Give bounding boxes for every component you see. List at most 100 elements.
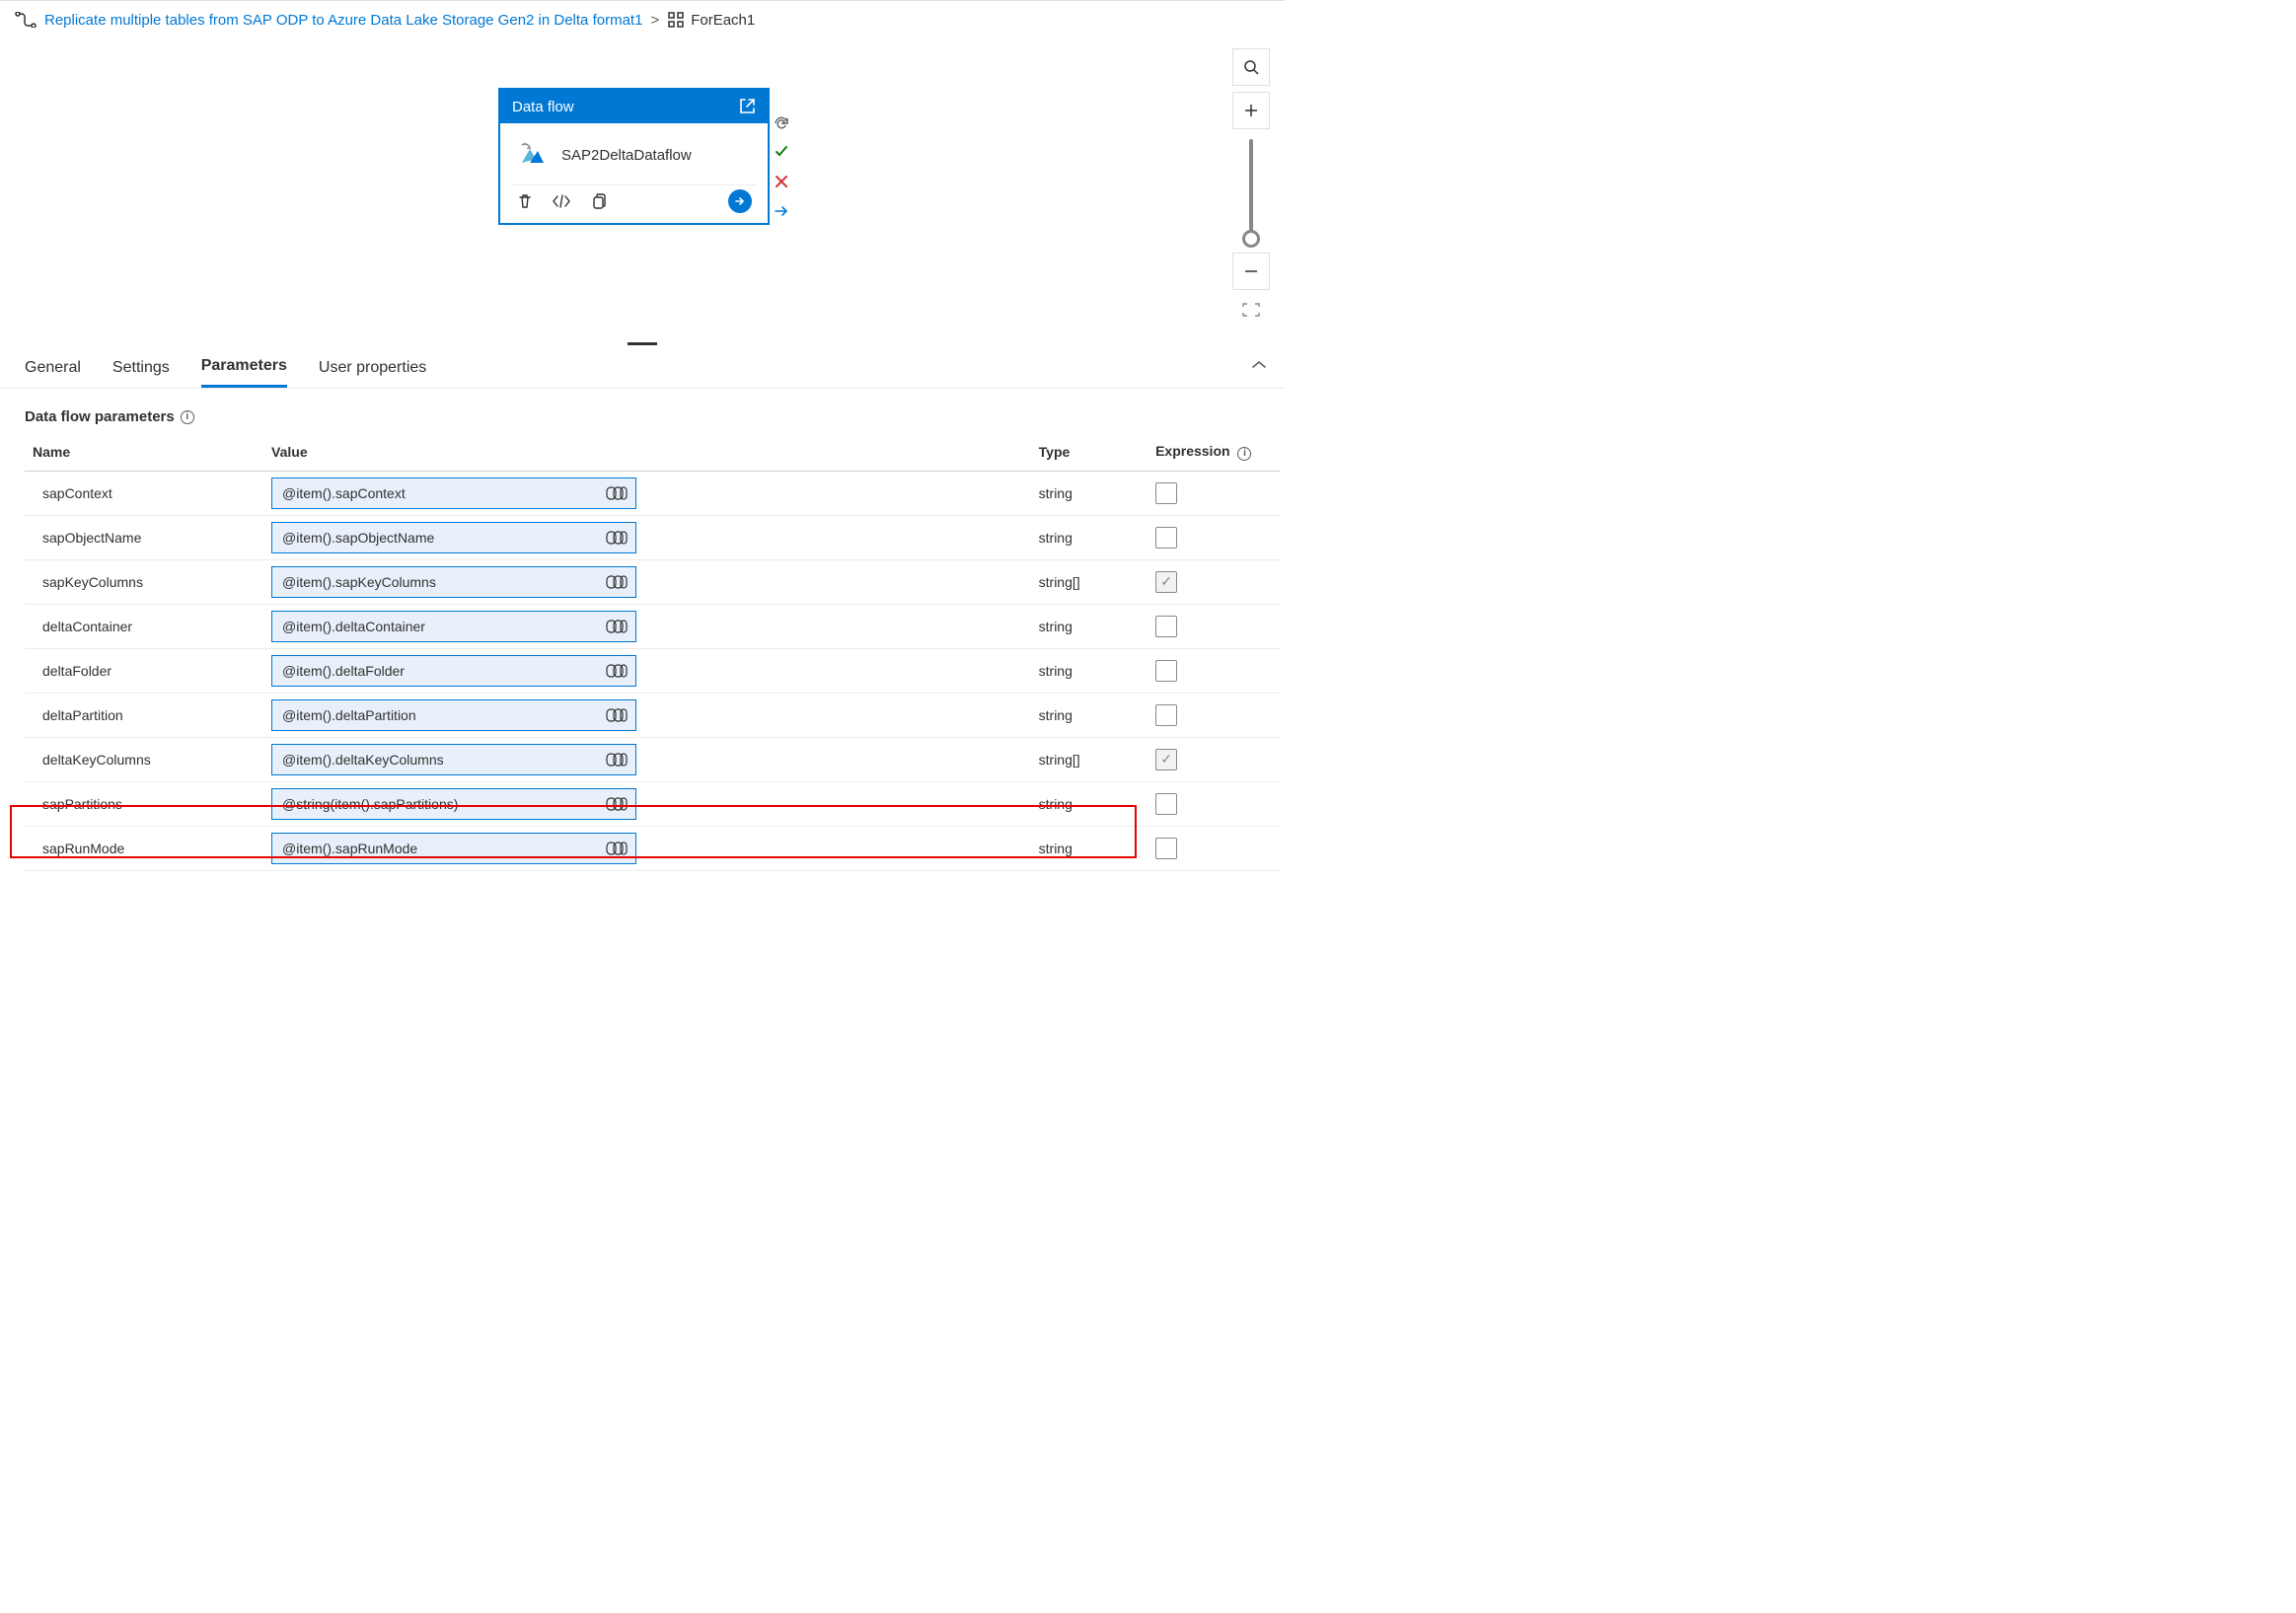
tab-user-properties[interactable]: User properties [319, 349, 426, 387]
pipeline-expression-icon[interactable] [606, 842, 628, 855]
activity-type-label: Data flow [512, 99, 574, 115]
param-value-cell: @item().deltaFolder [263, 648, 1031, 693]
delete-icon[interactable] [516, 192, 534, 210]
param-type: string[] [1031, 737, 1148, 781]
param-value-text: @string(item().sapPartitions) [282, 796, 458, 812]
activity-status-icons [773, 113, 790, 220]
param-type: string [1031, 826, 1148, 870]
fit-to-screen-icon[interactable] [1241, 302, 1261, 318]
copy-icon[interactable] [589, 192, 607, 210]
info-icon[interactable]: i [1237, 447, 1251, 461]
expression-checkbox [1155, 571, 1177, 593]
expression-checkbox[interactable] [1155, 660, 1177, 682]
param-value-input[interactable]: @item().sapRunMode [271, 833, 636, 864]
zoom-in-button[interactable] [1232, 92, 1270, 129]
param-value-text: @item().deltaContainer [282, 619, 425, 634]
param-value-input[interactable]: @item().deltaFolder [271, 655, 636, 687]
search-button[interactable] [1232, 48, 1270, 86]
tab-general[interactable]: General [25, 349, 81, 387]
section-heading: Data flow parameters i [0, 389, 1285, 433]
param-value-cell: @item().sapKeyColumns [263, 559, 1031, 604]
param-value-text: @item().sapContext [282, 485, 406, 501]
param-name: deltaContainer [25, 604, 263, 648]
pipeline-expression-icon[interactable] [606, 797, 628, 811]
param-value-text: @item().deltaFolder [282, 663, 405, 679]
tab-parameters[interactable]: Parameters [201, 347, 287, 388]
param-value-cell: @item().sapRunMode [263, 826, 1031, 870]
param-value-text: @item().deltaKeyColumns [282, 752, 444, 768]
param-value-input[interactable]: @item().deltaContainer [271, 611, 636, 642]
expression-checkbox [1155, 749, 1177, 770]
error-x-icon[interactable] [773, 173, 790, 190]
tab-settings[interactable]: Settings [112, 349, 170, 387]
info-icon[interactable]: i [181, 410, 194, 424]
expression-checkbox[interactable] [1155, 704, 1177, 726]
param-value-text: @item().sapKeyColumns [282, 574, 436, 590]
param-type: string [1031, 515, 1148, 559]
param-expression-cell [1148, 693, 1280, 737]
param-value-cell: @string(item().sapPartitions) [263, 781, 1031, 826]
table-row: sapContext@item().sapContextstring [25, 471, 1280, 515]
run-button[interactable] [728, 189, 752, 213]
expression-checkbox[interactable] [1155, 838, 1177, 859]
dataflow-icon [516, 139, 548, 171]
panel-resize-handle[interactable] [0, 339, 1285, 347]
param-value-input[interactable]: @string(item().sapPartitions) [271, 788, 636, 820]
expression-checkbox[interactable] [1155, 482, 1177, 504]
pipeline-expression-icon[interactable] [606, 620, 628, 633]
col-header-type: Type [1031, 433, 1148, 471]
param-type: string [1031, 781, 1148, 826]
param-value-input[interactable]: @item().sapContext [271, 477, 636, 509]
zoom-rail [1232, 48, 1270, 318]
pipeline-icon [15, 12, 37, 28]
expression-checkbox[interactable] [1155, 616, 1177, 637]
param-value-input[interactable]: @item().sapKeyColumns [271, 566, 636, 598]
skip-arrow-icon[interactable] [773, 202, 790, 220]
table-row: deltaContainer@item().deltaContainerstri… [25, 604, 1280, 648]
param-name: deltaFolder [25, 648, 263, 693]
pipeline-canvas[interactable]: Data flow SAP2DeltaDataflow [0, 38, 1285, 339]
breadcrumb-parent-link[interactable]: Replicate multiple tables from SAP ODP t… [44, 12, 642, 29]
expression-checkbox[interactable] [1155, 527, 1177, 549]
table-row: deltaKeyColumns@item().deltaKeyColumnsst… [25, 737, 1280, 781]
param-expression-cell [1148, 737, 1280, 781]
zoom-out-button[interactable] [1232, 253, 1270, 290]
section-heading-label: Data flow parameters [25, 408, 175, 425]
param-expression-cell [1148, 604, 1280, 648]
param-expression-cell [1148, 648, 1280, 693]
code-icon[interactable] [552, 192, 571, 210]
table-row: sapKeyColumns@item().sapKeyColumnsstring… [25, 559, 1280, 604]
collapse-panel-icon[interactable] [1251, 359, 1267, 371]
param-value-text: @item().sapObjectName [282, 530, 434, 546]
param-name: sapContext [25, 471, 263, 515]
param-value-cell: @item().sapObjectName [263, 515, 1031, 559]
foreach-icon [667, 11, 685, 29]
param-type: string [1031, 693, 1148, 737]
success-check-icon[interactable] [773, 143, 790, 161]
param-value-cell: @item().deltaKeyColumns [263, 737, 1031, 781]
param-name: sapRunMode [25, 826, 263, 870]
open-external-icon[interactable] [738, 98, 756, 115]
param-value-input[interactable]: @item().deltaPartition [271, 699, 636, 731]
pipeline-expression-icon[interactable] [606, 486, 628, 500]
pipeline-expression-icon[interactable] [606, 753, 628, 767]
param-value-input[interactable]: @item().deltaKeyColumns [271, 744, 636, 775]
parameters-table: Name Value Type Expression i sapContext@… [25, 433, 1280, 871]
pipeline-expression-icon[interactable] [606, 664, 628, 678]
table-row: deltaPartition@item().deltaPartitionstri… [25, 693, 1280, 737]
pipeline-expression-icon[interactable] [606, 531, 628, 545]
param-expression-cell [1148, 826, 1280, 870]
activity-card-body: SAP2DeltaDataflow [500, 123, 768, 223]
breadcrumb-current-label: ForEach1 [691, 12, 755, 29]
zoom-slider-handle[interactable] [1242, 230, 1260, 248]
param-name: sapKeyColumns [25, 559, 263, 604]
table-row: sapPartitions@string(item().sapPartition… [25, 781, 1280, 826]
pipeline-expression-icon[interactable] [606, 575, 628, 589]
dataflow-activity-card[interactable]: Data flow SAP2DeltaDataflow [498, 88, 770, 225]
breadcrumb: Replicate multiple tables from SAP ODP t… [0, 0, 1285, 38]
pipeline-expression-icon[interactable] [606, 708, 628, 722]
zoom-slider[interactable] [1249, 139, 1253, 243]
redo-icon[interactable] [773, 113, 790, 131]
param-value-input[interactable]: @item().sapObjectName [271, 522, 636, 553]
expression-checkbox[interactable] [1155, 793, 1177, 815]
